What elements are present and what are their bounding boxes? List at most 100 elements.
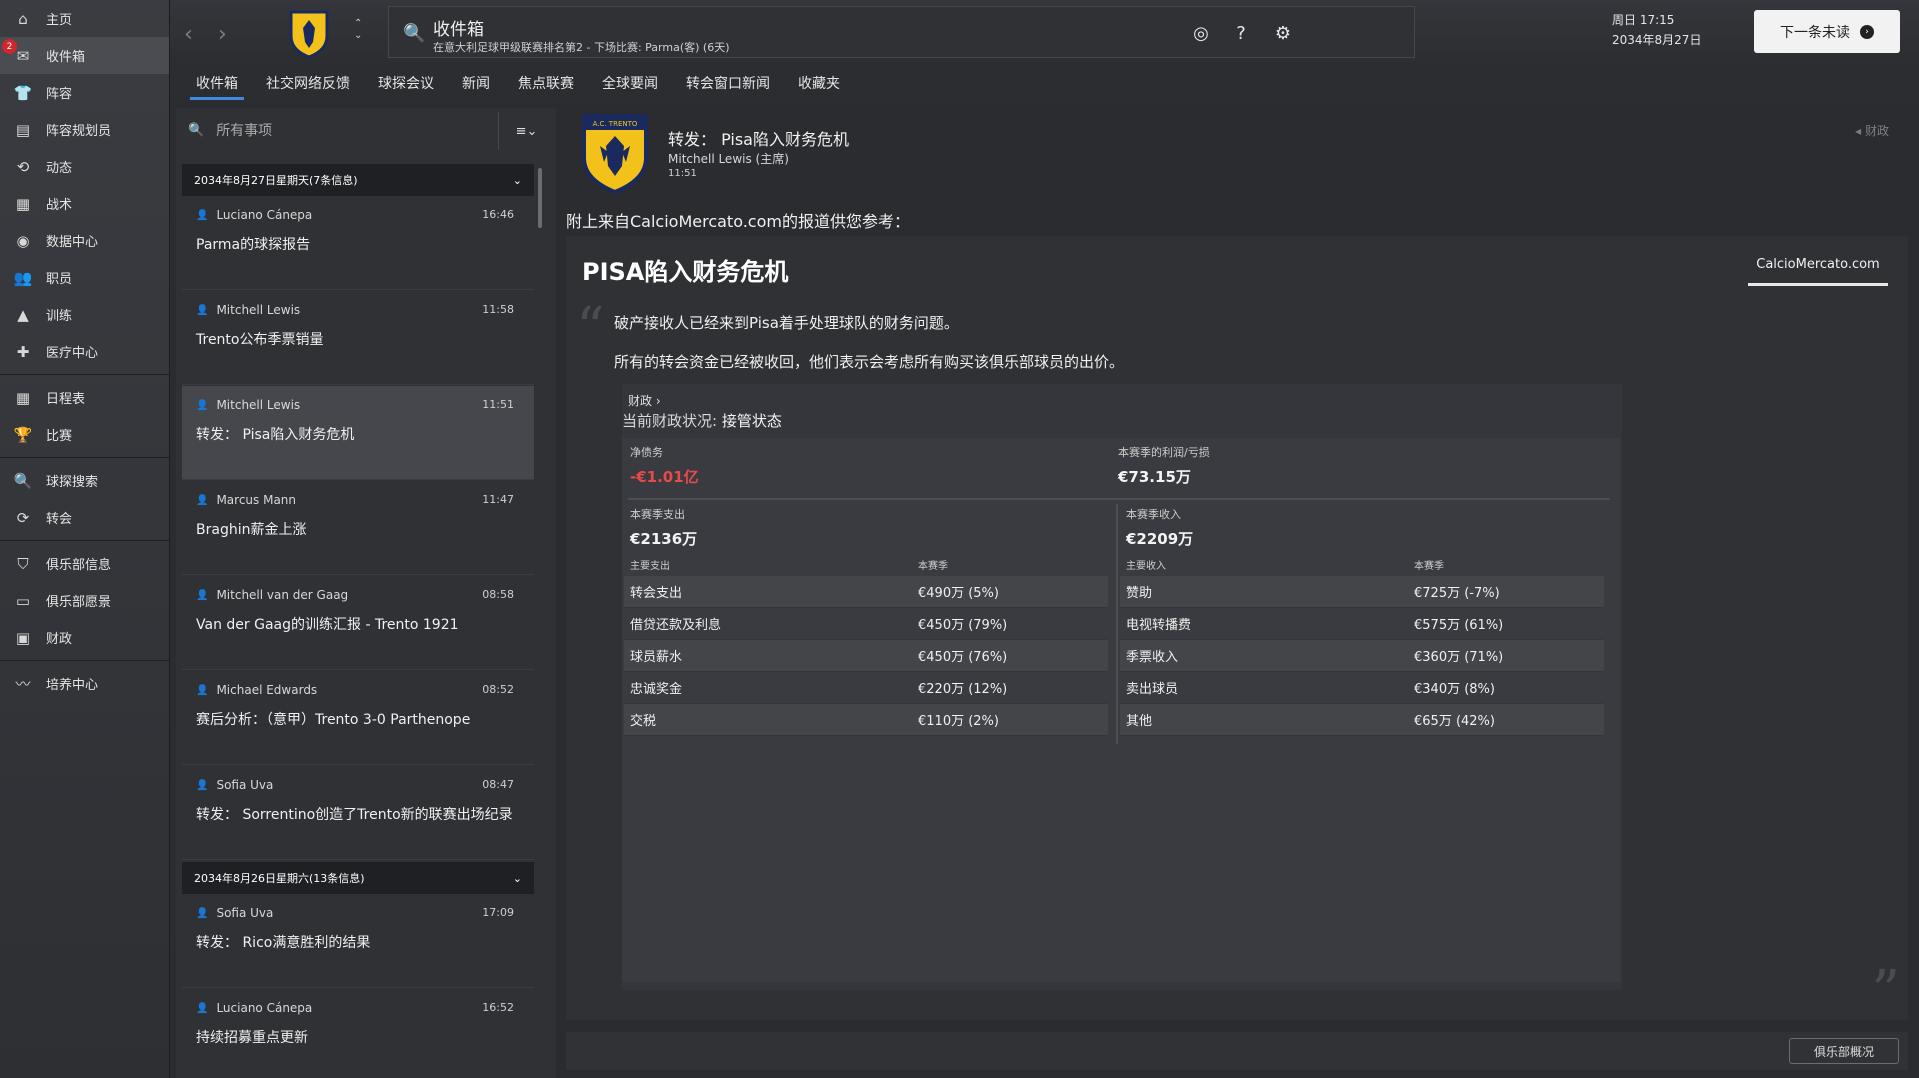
globe-icon[interactable]: ◎ [1188, 20, 1214, 46]
list-item-selected[interactable]: 👤 Mitchell Lewis 11:51 转发： Pisa陷入财务危机 [182, 386, 534, 480]
sidebar-item-label: 比赛 [46, 429, 73, 444]
list-search-input[interactable]: 🔍 所有事项 [176, 108, 498, 152]
sidebar-item-finances[interactable]: ▣ 财政 [0, 619, 169, 656]
sidebar-item-development[interactable]: 〰培养中心 [0, 665, 169, 702]
divider [628, 498, 1610, 500]
expense-value: €2136万 [630, 530, 698, 548]
chevron-right-icon: › [1860, 24, 1874, 39]
table-row: 电视转播费 €575万 (61%) [1120, 608, 1604, 640]
sidebar-item-scouting[interactable]: 🔍 球探搜索 [0, 462, 169, 499]
day-group-header[interactable]: 2034年8月27日星期天(7条信息) ⌄ [182, 164, 534, 196]
finance-status-value: 接管状态 [721, 412, 782, 430]
sidebar-item-competitions[interactable]: 🏆 比赛 [0, 416, 169, 453]
list-item[interactable]: 👤 Luciano Cánepa 16:46 Parma的球探报告 [182, 196, 534, 290]
next-unread-button[interactable]: 下一条未读 › [1754, 10, 1900, 53]
net-debt-value: -€1.01亿 [630, 468, 699, 486]
medical-icon: ✚ [16, 342, 30, 361]
row-label: 转会支出 [630, 586, 683, 601]
article-intro: 附上来自CalcioMercato.com的报道供您参考： [566, 212, 910, 231]
forward-arrow-icon[interactable]: › [218, 22, 227, 47]
league-status-subtitle: 在意大利足球甲级联赛排名第2 - 下场比赛: Parma(客) (6天) [433, 41, 730, 54]
tab-scouting-meetings[interactable]: 球探会议 [364, 66, 448, 100]
news-paragraph: 破产接收人已经来到Pisa着手处理球队的财务问题。 [614, 314, 959, 332]
list-item[interactable]: 👤 Sofia Uva 08:47 转发： Sorrentino创造了Trento新的… [182, 766, 534, 860]
tab-inbox[interactable]: 收件箱 [182, 66, 252, 100]
message-sender: 👤 Luciano Cánepa [196, 1001, 312, 1015]
column-header: 主要收入 [1126, 560, 1166, 572]
sidebar-divider [0, 374, 169, 375]
help-icon[interactable]: ? [1228, 20, 1254, 46]
list-scrollbar[interactable] [538, 168, 542, 228]
day-group-label: 2034年8月27日星期天(7条信息) [194, 174, 358, 187]
list-item[interactable]: 👤 Mitchell Lewis 11:58 Trento公布季票销量 [182, 291, 534, 385]
news-source-tab[interactable]: CalcioMercato.com [1748, 246, 1888, 286]
person-icon: 👤 [196, 589, 209, 601]
message-subject: 赛后分析：（意甲）Trento 3-0 Parthenope [196, 712, 471, 728]
message-time: 08:52 [482, 683, 514, 696]
club-crest-icon[interactable] [287, 8, 331, 58]
sidebar-item-tactics[interactable]: ▦ 战术 [0, 185, 169, 222]
chevron-down-icon: ⌄ [512, 871, 522, 885]
message-list: 🔍 所有事项 ≡⌄ 2034年8月27日星期天(7条信息) ⌄ 👤 Luciano C… [176, 108, 556, 1078]
sidebar-item-label: 俱乐部愿景 [46, 595, 112, 610]
row-value: €65万 (42%) [1414, 714, 1495, 729]
sidebar-item-data-hub[interactable]: ◉ 数据中心 [0, 222, 169, 259]
sidebar-item-squad-planner[interactable]: ▤ 阵容规划员 [0, 111, 169, 148]
sidebar-item-squad[interactable]: 👕 阵容 [0, 74, 169, 111]
sidebar-item-staff[interactable]: 👥 职员 [0, 259, 169, 296]
row-label: 其他 [1126, 714, 1153, 729]
club-overview-button[interactable]: 俱乐部概况 [1789, 1038, 1899, 1064]
category-tag[interactable]: ◂ 财政 [1855, 122, 1889, 139]
income-value: €2209万 [1126, 530, 1194, 548]
game-date[interactable]: 周日 17:15 2034年8月27日 [1612, 10, 1701, 50]
tab-world-news[interactable]: 全球要闻 [588, 66, 672, 100]
row-value: €725万 (-7%) [1414, 586, 1500, 601]
list-item[interactable]: 👤 Michael Edwards 08:52 赛后分析：（意甲）Trento 3-0… [182, 671, 534, 765]
list-filter-button[interactable]: ≡⌄ [498, 112, 554, 150]
list-item[interactable]: 👤 Luciano Cánepa 16:52 持续招募重点更新 [182, 989, 534, 1078]
list-item[interactable]: 👤 Sofia Uva 17:09 转发： Rico满意胜利的结果 [182, 894, 534, 988]
sender-name: Mitchell Lewis [216, 398, 301, 412]
sidebar-item-label: 收件箱 [46, 50, 86, 65]
trophy-icon: 🏆 [13, 425, 33, 444]
tactics-icon: ▦ [15, 194, 31, 213]
quote-close-icon: ” [1871, 959, 1900, 1024]
article-title: 转发： Pisa陷入财务危机 [668, 130, 849, 149]
message-sender: 👤 Mitchell van der Gaag [196, 588, 348, 602]
message-sender: 👤 Marcus Mann [196, 493, 296, 507]
shirt-icon: 👕 [13, 83, 33, 102]
sidebar-item-club-info[interactable]: ⛉ 俱乐部信息 [0, 545, 169, 582]
message-time: 08:47 [482, 778, 514, 791]
sidebar-item-home[interactable]: ⌂ 主页 [0, 0, 169, 37]
list-item[interactable]: 👤 Mitchell van der Gaag 08:58 Van der Gaag的… [182, 576, 534, 670]
sidebar-item-inbox[interactable]: 2 ✉ 收件箱 [0, 37, 169, 74]
day-group-header[interactable]: 2034年8月26日星期六(13条信息) ⌄ [182, 862, 534, 894]
tab-news[interactable]: 新闻 [448, 66, 504, 100]
sidebar-item-medical[interactable]: ✚ 医疗中心 [0, 333, 169, 370]
club-switch-chevrons[interactable]: ⌃ ⌄ [354, 18, 362, 42]
tab-favourites[interactable]: 收藏夹 [784, 66, 854, 100]
sidebar-item-dynamics[interactable]: ⟲ 动态 [0, 148, 169, 185]
finance-link[interactable]: 财政 › [628, 392, 661, 409]
gear-icon[interactable]: ⚙ [1270, 20, 1296, 46]
table-row: 借贷还款及利息 €450万 (79%) [624, 608, 1108, 640]
back-arrow-icon[interactable]: ‹ [184, 22, 193, 47]
sidebar-item-training[interactable]: ▲ 训练 [0, 296, 169, 333]
training-icon: ▲ [17, 305, 29, 324]
chevron-down-icon: ⌄ [512, 173, 522, 187]
sidebar-item-transfers[interactable]: ⟳ 转会 [0, 499, 169, 536]
message-sender: 👤 Mitchell Lewis [196, 398, 300, 412]
list-search-placeholder: 所有事项 [216, 123, 273, 139]
tab-social-feedback[interactable]: 社交网络反馈 [252, 66, 364, 100]
list-item[interactable]: 👤 Marcus Mann 11:47 Braghin薪金上涨 [182, 481, 534, 575]
tab-transfer-window-news[interactable]: 转会窗口新闻 [672, 66, 784, 100]
finance-summary: 财政 › 当前财政状况: 接管状态 净债务 -€1.01亿 本赛季的利润/亏损 €7… [622, 384, 1622, 990]
sidebar-item-schedule[interactable]: ▦ 日程表 [0, 379, 169, 416]
divider [1116, 504, 1118, 744]
tab-focus-leagues[interactable]: 焦点联赛 [504, 66, 588, 100]
article-author[interactable]: Mitchell Lewis (主席) [668, 150, 789, 167]
sidebar-item-club-vision[interactable]: ▭ 俱乐部愿景 [0, 582, 169, 619]
sidebar-item-label: 阵容 [46, 87, 73, 102]
search-bar[interactable]: 🔍 收件箱 在意大利足球甲级联赛排名第2 - 下场比赛: Parma(客) (6… [388, 6, 1415, 58]
message-time: 16:46 [482, 208, 514, 221]
